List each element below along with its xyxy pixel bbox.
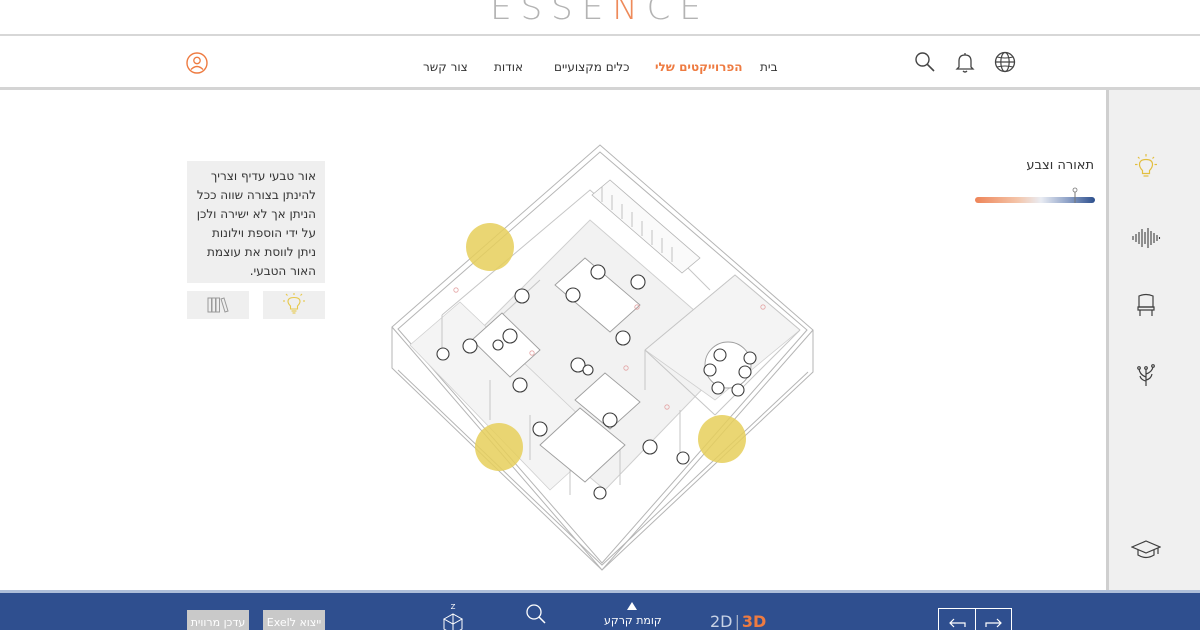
nav-item-about[interactable]: אודות	[494, 60, 523, 74]
info-text: אור טבעי עדיף וצריך להינתן בצורה שווה ככ…	[196, 169, 316, 278]
floor-up-icon[interactable]	[627, 602, 637, 610]
bottom-toolbar: עדכן מרווית ייצוא לExel Z קומת קרקע 2D | 3…	[0, 590, 1200, 630]
nav-divider	[0, 87, 1200, 90]
nav-item-home[interactable]: בית	[760, 60, 778, 74]
bookshelf-icon	[207, 297, 229, 313]
export-excel-button[interactable]: ייצוא לExel	[263, 610, 325, 630]
lightbulb-icon[interactable]	[1131, 152, 1161, 182]
chair-icon[interactable]	[1131, 290, 1161, 320]
nav-item-pro-tools[interactable]: כלים מקצועיים	[554, 60, 630, 74]
bell-icon[interactable]	[953, 50, 977, 74]
lighting-title: תאורה וצבע	[1026, 158, 1094, 173]
view-2d-option[interactable]: 2D	[710, 612, 733, 630]
axis-z-label: Z	[451, 603, 456, 611]
user-icon[interactable]	[186, 52, 208, 74]
tab-shelves[interactable]	[187, 291, 249, 319]
view-3d-option[interactable]: 3D	[742, 612, 766, 630]
top-navigation: בית הפרוייקטים שלי כלים מקצועיים אודות צ…	[0, 36, 1200, 88]
sound-wave-icon[interactable]	[1131, 223, 1161, 253]
zoom-icon[interactable]	[524, 602, 548, 626]
floor-label[interactable]: קומת קרקע	[604, 614, 662, 627]
update-project-button[interactable]: עדכן מרווית	[187, 610, 249, 630]
graduation-cap-icon[interactable]	[1131, 535, 1161, 565]
right-sidebar	[1106, 90, 1200, 590]
view-separator: |	[734, 612, 740, 630]
lightbulb-icon	[283, 293, 305, 314]
view-mode-toggle: 2D | 3D	[710, 612, 766, 630]
slider-handle[interactable]	[1072, 187, 1078, 203]
tab-lighting[interactable]	[263, 291, 325, 319]
globe-icon[interactable]	[993, 50, 1017, 74]
plant-icon[interactable]	[1131, 360, 1161, 390]
isometric-floor-plan[interactable]	[380, 140, 830, 580]
info-panel: אור טבעי עדיף וצריך להינתן בצורה שווה ככ…	[187, 161, 325, 283]
brand-logo[interactable]: ESSENCE	[0, 0, 1200, 28]
search-icon[interactable]	[913, 50, 937, 74]
redo-icon[interactable]	[984, 616, 1004, 630]
nav-links: בית הפרוייקטים שלי כלים מקצועיים אודות צ…	[420, 60, 780, 78]
nav-item-contact[interactable]: צור קשר	[423, 60, 468, 74]
nav-item-my-projects[interactable]: הפרוייקטים שלי	[655, 60, 743, 74]
undo-icon[interactable]	[947, 616, 967, 630]
undo-redo-divider	[975, 609, 976, 630]
undo-redo-group	[938, 608, 1012, 630]
3d-axis-icon[interactable]: Z	[440, 601, 466, 630]
